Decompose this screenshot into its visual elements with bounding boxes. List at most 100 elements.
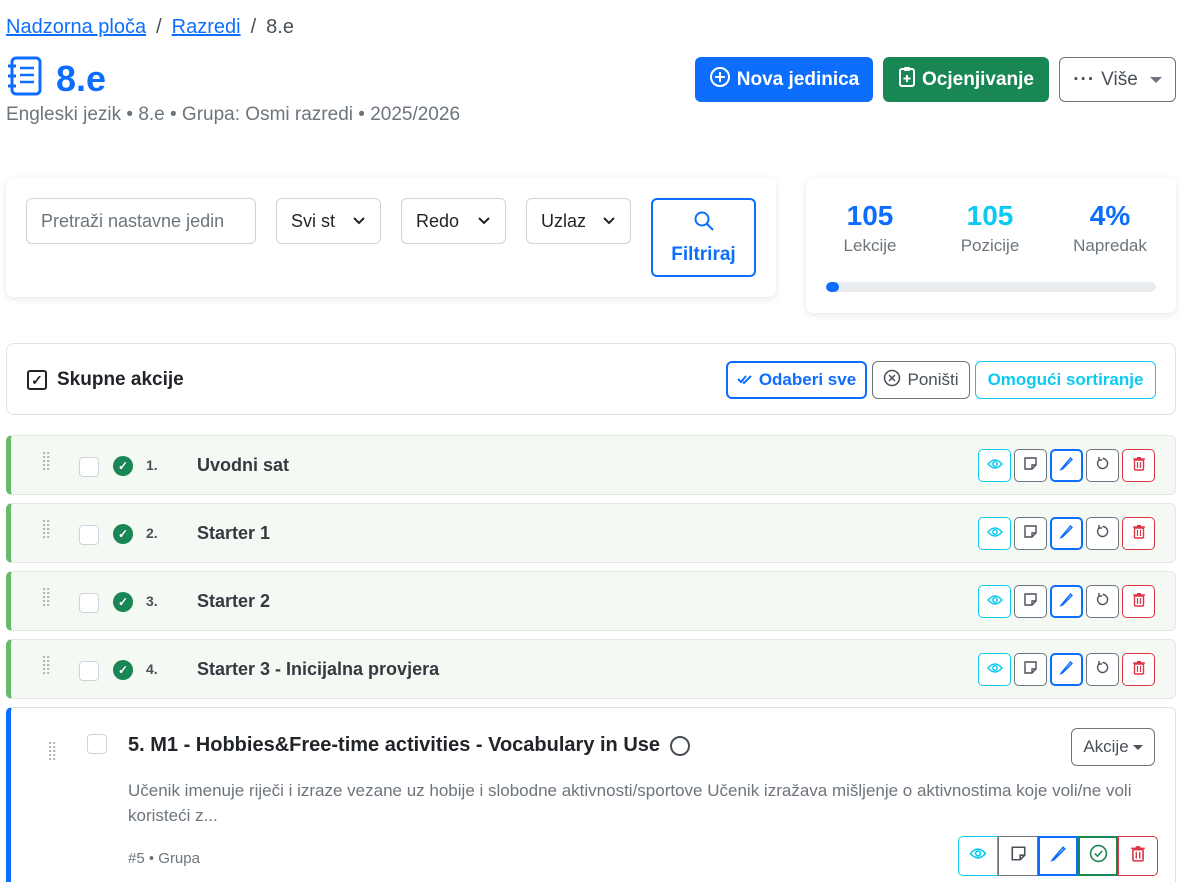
caret-down-icon xyxy=(1149,76,1162,83)
note-button[interactable] xyxy=(1014,653,1047,686)
drag-handle-icon[interactable]: ⠿ ⠿ xyxy=(41,655,52,677)
new-unit-button[interactable]: Nova jedinica xyxy=(695,57,873,102)
journal-icon xyxy=(6,56,44,101)
check-circle-icon: ✓ xyxy=(113,524,133,544)
filter-button-label: Filtriraj xyxy=(671,243,736,265)
unit-row: ⠿ ⠿ ✓ 2. Starter 1 xyxy=(6,503,1176,563)
status-select[interactable]: Svi st xyxy=(276,198,381,244)
unit-row-title: Uvodni sat xyxy=(197,455,290,475)
reset-button[interactable] xyxy=(1086,585,1119,618)
grading-label: Ocjenjivanje xyxy=(922,68,1034,90)
drag-handle-icon[interactable]: ⠿ ⠿ xyxy=(47,741,58,763)
stat-positions-label: Pozicije xyxy=(960,236,1020,255)
check-circle-icon: ✓ xyxy=(113,592,133,612)
status-select-value: Svi st xyxy=(291,210,336,231)
more-label: Više xyxy=(1101,68,1138,90)
search-input[interactable]: Pretraži nastavne jedin xyxy=(26,198,256,244)
chevron-down-icon xyxy=(594,213,616,229)
unit-row-actions xyxy=(978,653,1155,686)
unit-row-number: 2. xyxy=(146,525,158,541)
page-title: 8.e xyxy=(56,57,107,99)
unit-card-checkbox[interactable] xyxy=(87,734,107,754)
bulk-actions-title: Skupne akcije xyxy=(57,369,184,390)
more-dropdown-button[interactable]: ··· Više xyxy=(1059,57,1176,102)
delete-button[interactable] xyxy=(1122,585,1155,618)
delete-button[interactable] xyxy=(1122,449,1155,482)
view-button[interactable] xyxy=(978,449,1011,482)
x-circle-icon xyxy=(883,369,901,392)
select-all-button[interactable]: Odaberi sve xyxy=(726,361,867,399)
delete-button[interactable] xyxy=(1122,517,1155,550)
order-select-value: Redo xyxy=(416,210,460,231)
unit-row-checkbox[interactable] xyxy=(79,593,99,613)
unit-row-checkbox[interactable] xyxy=(79,525,99,545)
search-icon xyxy=(693,210,715,238)
reset-button[interactable] xyxy=(1086,517,1119,550)
drag-handle-icon[interactable]: ⠿ ⠿ xyxy=(41,587,52,609)
order-select[interactable]: Redo xyxy=(401,198,506,244)
unit-card-expanded: ⠿ ⠿ 5. M1 - Hobbies&Free-time activities … xyxy=(6,707,1176,882)
unit-row-checkbox[interactable] xyxy=(79,457,99,477)
pencil-icon xyxy=(1059,524,1074,544)
stats-panel: 105 Lekcije 105 Pozicije 4% Napredak xyxy=(806,178,1176,313)
direction-select-value: Uzlaz xyxy=(541,210,587,231)
breadcrumb-home-link[interactable]: Nadzorna ploča xyxy=(6,16,146,39)
unit-card-title[interactable]: 5. M1 - Hobbies&Free-time activities - V… xyxy=(128,734,660,757)
breadcrumb-separator: / xyxy=(250,16,257,38)
chevron-down-icon xyxy=(469,213,491,229)
grading-button[interactable]: Ocjenjivanje xyxy=(883,57,1049,102)
unit-row-number: 1. xyxy=(146,457,158,473)
actions-dropdown-button[interactable]: Akcije xyxy=(1071,728,1155,766)
cancel-selection-button[interactable]: Poništi xyxy=(872,361,970,399)
circle-icon[interactable] xyxy=(670,735,691,756)
caret-down-icon xyxy=(1132,744,1143,750)
checkbox-checked-icon: ✓ xyxy=(27,370,47,390)
unit-row-title: Starter 2 xyxy=(197,591,271,611)
note-button[interactable] xyxy=(1014,517,1047,550)
view-button[interactable] xyxy=(978,585,1011,618)
edit-button[interactable] xyxy=(1050,585,1083,618)
drag-handle-icon[interactable]: ⠿ ⠿ xyxy=(41,519,52,541)
view-button[interactable] xyxy=(978,653,1011,686)
drag-handle-icon[interactable]: ⠿ ⠿ xyxy=(41,451,52,473)
edit-button[interactable] xyxy=(1050,653,1083,686)
trash-icon xyxy=(1132,592,1146,612)
reset-button[interactable] xyxy=(1086,449,1119,482)
unit-row-checkbox[interactable] xyxy=(79,661,99,681)
delete-button[interactable] xyxy=(1122,653,1155,686)
stat-positions: 105 Pozicije xyxy=(930,200,1050,256)
unit-row-number: 4. xyxy=(146,661,158,677)
chevron-down-icon xyxy=(344,213,366,229)
note-button[interactable] xyxy=(1014,585,1047,618)
edit-button[interactable] xyxy=(1050,449,1083,482)
eye-icon xyxy=(986,457,1003,475)
sticky-note-icon xyxy=(1010,845,1027,867)
mark-complete-button[interactable] xyxy=(1078,836,1118,876)
filter-button[interactable]: Filtriraj xyxy=(651,198,756,277)
direction-select[interactable]: Uzlaz xyxy=(526,198,631,244)
check-circle-icon: ✓ xyxy=(113,660,133,680)
stat-lessons-label: Lekcije xyxy=(843,236,897,255)
rotate-icon xyxy=(1095,456,1110,476)
delete-button[interactable] xyxy=(1118,836,1158,876)
view-button[interactable] xyxy=(958,836,998,876)
trash-icon xyxy=(1132,524,1146,544)
note-button[interactable] xyxy=(1014,449,1047,482)
breadcrumb-classes-link[interactable]: Razredi xyxy=(172,16,241,39)
unit-row-title: Starter 1 xyxy=(197,523,271,543)
unit-row-title: Starter 3 - Inicijalna provjera xyxy=(197,659,440,679)
progress-bar xyxy=(826,282,1156,292)
sticky-note-icon xyxy=(1023,524,1038,544)
note-button[interactable] xyxy=(998,836,1038,876)
rotate-icon xyxy=(1095,524,1110,544)
unit-card-description: Učenik imenuje riječi i izraze vezane uz… xyxy=(128,781,1132,825)
bulk-actions-header: ✓ Skupne akcije xyxy=(27,369,184,391)
breadcrumb: Nadzorna ploča / Razredi / 8.e xyxy=(6,16,294,39)
pencil-icon xyxy=(1059,456,1074,476)
edit-button[interactable] xyxy=(1050,517,1083,550)
view-button[interactable] xyxy=(978,517,1011,550)
breadcrumb-separator: / xyxy=(156,16,162,38)
reset-button[interactable] xyxy=(1086,653,1119,686)
enable-sorting-button[interactable]: Omogući sortiranje xyxy=(975,361,1156,399)
edit-button[interactable] xyxy=(1038,836,1078,876)
